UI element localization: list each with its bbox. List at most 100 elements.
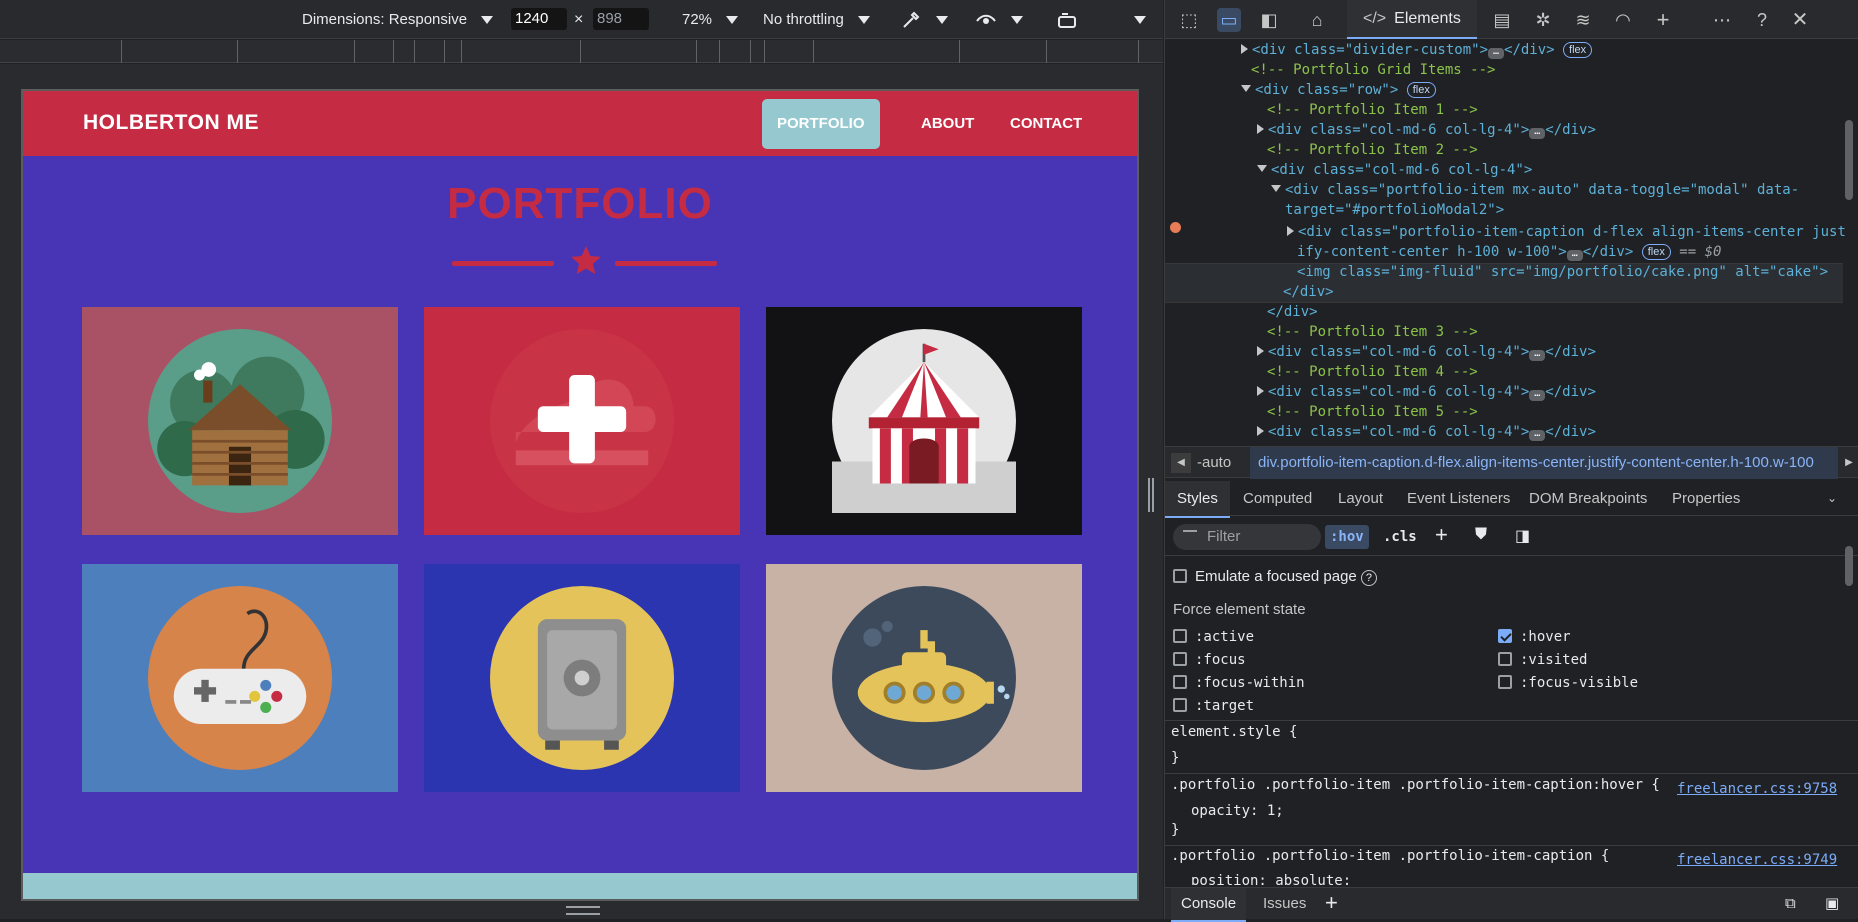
flex-badge[interactable]: flex: [1641, 244, 1671, 260]
rule-declaration[interactable]: opacity: 1;: [1191, 803, 1284, 819]
bug-icon[interactable]: ✲: [1531, 8, 1555, 32]
state-active[interactable]: :active: [1173, 629, 1254, 645]
tree-line[interactable]: <div class="col-md-6 col-lg-4">… </div>: [1257, 382, 1596, 402]
height-input[interactable]: 898: [593, 8, 649, 30]
state-checkbox[interactable]: [1498, 675, 1512, 689]
tree-line[interactable]: <div class="col-md-6 col-lg-4">… </div>: [1257, 422, 1596, 442]
styles-scrollbar[interactable]: [1845, 546, 1853, 586]
rule-source-link[interactable]: freelancer.css:9749: [1677, 852, 1837, 868]
portfolio-item-circus[interactable]: [766, 307, 1082, 535]
media-query-ruler[interactable]: [0, 40, 1163, 63]
dock-drawer-icon[interactable]: ⧉: [1785, 888, 1796, 920]
tab-elements[interactable]: </> Elements: [1347, 0, 1477, 39]
console-icon[interactable]: ▤: [1490, 8, 1514, 32]
throttling-dropdown[interactable]: No throttling: [763, 0, 870, 39]
state-checkbox[interactable]: [1173, 675, 1187, 689]
tab-properties[interactable]: Properties: [1672, 481, 1740, 516]
resize-handle-right[interactable]: [1148, 478, 1154, 512]
state-checkbox[interactable]: [1173, 698, 1187, 712]
zoom-dropdown[interactable]: 72%: [682, 0, 739, 39]
welcome-home-icon[interactable]: ⌂: [1305, 8, 1329, 32]
tree-line[interactable]: <div class="col-md-6 col-lg-4">… </div>: [1257, 120, 1596, 140]
site-brand[interactable]: HOLBERTON ME: [83, 111, 259, 135]
state-label: :hover: [1520, 629, 1571, 645]
new-style-rule-plus-icon[interactable]: +: [1435, 522, 1448, 548]
portfolio-item-cabin[interactable]: [82, 307, 398, 535]
state-target[interactable]: :target: [1173, 698, 1254, 714]
eyedropper-button[interactable]: [900, 0, 948, 39]
dock-sidebar-icon[interactable]: ◧: [1257, 8, 1281, 32]
rule-source-link[interactable]: freelancer.css:9758: [1677, 781, 1837, 797]
tab-dom-breakpoints[interactable]: DOM Breakpoints: [1529, 481, 1647, 516]
tree-line[interactable]: <div class="col-md-6 col-lg-4">: [1257, 160, 1532, 180]
close-icon[interactable]: ✕: [1788, 8, 1812, 32]
sidebar-toggle-icon[interactable]: ◨: [1515, 526, 1530, 546]
performance-icon[interactable]: ◠: [1611, 8, 1635, 32]
add-drawer-tab-plus-icon[interactable]: +: [1325, 888, 1338, 918]
nav-link-contact[interactable]: CONTACT: [995, 99, 1097, 149]
rule-selector[interactable]: .portfolio .portfolio-item .portfolio-it…: [1171, 777, 1660, 793]
breadcrumb-right-arrow-icon[interactable]: ▶: [1841, 453, 1857, 473]
state-focus-within[interactable]: :focus-within: [1173, 675, 1305, 691]
state-checkbox[interactable]: [1498, 652, 1512, 666]
tab-styles[interactable]: Styles: [1165, 481, 1230, 518]
emulate-focus-checkbox[interactable]: [1173, 569, 1187, 583]
dom-tree[interactable]: <div class="divider-custom">… </div> flex…: [1165, 40, 1845, 444]
tab-layout[interactable]: Layout: [1338, 481, 1383, 516]
portfolio-item-game[interactable]: [82, 564, 398, 792]
selected-node-line[interactable]: <div class="portfolio-item-caption d-fle…: [1287, 222, 1845, 242]
rule-declaration[interactable]: position: absolute;: [1191, 873, 1351, 885]
flex-badge[interactable]: flex: [1563, 42, 1593, 58]
state-hover[interactable]: :hover: [1498, 629, 1571, 645]
hov-button[interactable]: :hov: [1325, 525, 1369, 549]
tree-line[interactable]: <div class="row"> flex: [1241, 80, 1436, 100]
more-dots-icon[interactable]: ⋯: [1710, 8, 1734, 32]
state-focus[interactable]: :focus: [1173, 652, 1246, 668]
tab-computed[interactable]: Computed: [1243, 481, 1312, 516]
state-checkbox[interactable]: [1173, 629, 1187, 643]
breadcrumb-left-arrow-icon[interactable]: ◀: [1171, 453, 1191, 473]
help-icon[interactable]: ?: [1750, 8, 1774, 32]
breadcrumb-item-selected[interactable]: div.portfolio-item-caption.d-flex.align-…: [1250, 447, 1838, 479]
state-visited[interactable]: :visited: [1498, 652, 1587, 668]
rule-selector[interactable]: .portfolio .portfolio-item .portfolio-it…: [1171, 848, 1609, 864]
state-checkbox-checked[interactable]: [1498, 629, 1512, 643]
tree-line[interactable]: <div class="col-md-6 col-lg-4">… </div>: [1257, 342, 1596, 362]
rotate-button[interactable]: [1056, 0, 1078, 39]
portfolio-item-safe[interactable]: [424, 564, 740, 792]
more-options-button[interactable]: [1126, 0, 1146, 39]
flex-badge[interactable]: flex: [1406, 82, 1436, 98]
portfolio-item-cake[interactable]: [424, 307, 740, 535]
resize-handle-bottom[interactable]: [566, 906, 600, 915]
add-tab-plus-icon[interactable]: +: [1651, 8, 1675, 32]
state-checkbox[interactable]: [1173, 652, 1187, 666]
ellipsis-icon: …: [1529, 127, 1546, 139]
nav-link-portfolio[interactable]: PORTFOLIO: [762, 99, 880, 149]
info-help-icon[interactable]: ?: [1360, 570, 1377, 586]
vision-button[interactable]: [975, 0, 1023, 39]
nav-link-about[interactable]: ABOUT: [906, 99, 989, 149]
tab-console[interactable]: Console: [1171, 888, 1247, 922]
tree-line-text: <div class="col-md-6 col-lg-4">: [1268, 344, 1530, 360]
paint-brush-icon[interactable]: ⛊: [1475, 526, 1487, 544]
tree-line[interactable]: <div class="portfolio-item mx-auto" data…: [1271, 180, 1799, 200]
state-focus-visible[interactable]: :focus-visible: [1498, 675, 1638, 691]
breadcrumb-item[interactable]: -auto: [1197, 447, 1231, 479]
device-toolbar-toggle-icon[interactable]: ▭: [1217, 8, 1241, 32]
tab-event-listeners[interactable]: Event Listeners: [1407, 481, 1510, 516]
network-wifi-icon[interactable]: ≋: [1571, 8, 1595, 32]
emulate-focus-row[interactable]: Emulate a focused page ?: [1173, 568, 1377, 586]
chevron-down-icon[interactable]: ⌄: [1827, 481, 1837, 516]
cls-button[interactable]: .cls: [1383, 525, 1417, 549]
tree-line[interactable]: <div class="divider-custom">… </div> flex: [1241, 40, 1593, 60]
rule-selector[interactable]: element.style {: [1171, 724, 1297, 740]
inspect-element-icon[interactable]: ⬚: [1177, 8, 1201, 32]
tab-issues[interactable]: Issues: [1263, 888, 1306, 920]
expand-arrow-icon: [1257, 426, 1264, 436]
portfolio-item-submarine[interactable]: [766, 564, 1082, 792]
selected-node-line-cont[interactable]: ify-content-center h-100 w-100">… </div> …: [1297, 242, 1721, 262]
close-drawer-icon[interactable]: ▣: [1825, 888, 1839, 920]
width-input[interactable]: 1240: [511, 8, 567, 30]
tree-scrollbar[interactable]: [1845, 120, 1853, 200]
dimensions-dropdown[interactable]: Dimensions: Responsive: [302, 0, 494, 39]
